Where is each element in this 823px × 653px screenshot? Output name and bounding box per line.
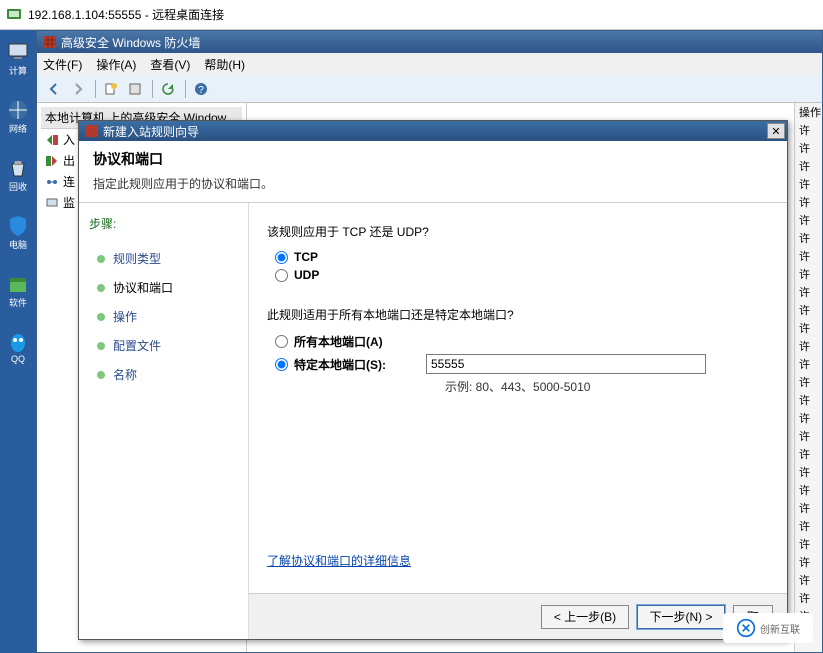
action-allow: 许 [795,247,822,265]
radio-specific-ports[interactable]: 特定本地端口(S): [275,356,386,373]
action-allow: 许 [795,589,822,607]
step-profile[interactable]: 配置文件 [89,331,238,360]
menu-file[interactable]: 文件(F) [43,56,82,73]
inbound-rule-wizard: 新建入站规则向导 ✕ 协议和端口 指定此规则应用于的协议和端口。 步骤: 规则类… [78,120,788,640]
desktop-icon-network[interactable]: 网络 [2,98,34,142]
firewall-titlebar: 高级安全 Windows 防火墙 [37,31,822,53]
tb-new-icon[interactable] [100,78,122,100]
svg-text:?: ? [198,85,204,96]
action-allow: 许 [795,193,822,211]
action-allow: 许 [795,427,822,445]
action-allow: 许 [795,283,822,301]
steps-label: 步骤: [89,215,238,232]
tb-props-icon[interactable] [124,78,146,100]
action-allow: 许 [795,373,822,391]
wizard-titlebar: 新建入站规则向导 ✕ [79,121,787,141]
wizard-body: 步骤: 规则类型 协议和端口 操作 配置文件 名称 该规则应用于 TCP 还是 … [79,203,787,639]
desktop-icon-qq[interactable]: QQ [2,330,34,374]
action-allow: 许 [795,139,822,157]
radio-all-ports[interactable]: 所有本地端口(A) [275,333,769,350]
action-allow: 许 [795,337,822,355]
tb-forward-icon[interactable] [67,78,89,100]
desktop-icons: 计算 网络 回收 电脑 软件 QQ [0,30,36,653]
rdp-titlebar: 192.168.1.104:55555 - 远程桌面连接 [0,0,823,30]
action-allow: 许 [795,265,822,283]
radio-specific-ports-input[interactable] [275,358,288,371]
protocol-question: 该规则应用于 TCP 还是 UDP? [267,223,769,240]
action-allow: 许 [795,319,822,337]
rdp-title: 192.168.1.104:55555 - 远程桌面连接 [28,6,224,23]
action-allow: 许 [795,301,822,319]
firewall-actions-panel: 操作许许许许许许许许许许许许许许许许许许许许许许许许许许许许 [794,103,822,652]
wizard-title: 新建入站规则向导 [103,123,199,140]
radio-all-ports-input[interactable] [275,335,288,348]
back-button[interactable]: < 上一步(B) [541,605,629,629]
wizard-footer: < 上一步(B) 下一步(N) > 取 [249,593,787,639]
firewall-title: 高级安全 Windows 防火墙 [61,34,200,51]
action-allow: 许 [795,445,822,463]
action-allow: 许 [795,229,822,247]
step-action[interactable]: 操作 [89,302,238,331]
close-button[interactable]: ✕ [767,123,785,139]
step-protocol-port[interactable]: 协议和端口 [89,273,238,302]
action-allow: 许 [795,481,822,499]
rdp-icon [6,7,22,23]
wizard-steps: 步骤: 规则类型 协议和端口 操作 配置文件 名称 [79,203,249,639]
port-input[interactable] [426,354,706,374]
radio-udp-input[interactable] [275,269,288,282]
menu-action[interactable]: 操作(A) [96,56,136,73]
desktop-icon-shield[interactable]: 电脑 [2,214,34,258]
action-allow: 许 [795,391,822,409]
tb-help-icon[interactable]: ? [190,78,212,100]
step-name[interactable]: 名称 [89,360,238,389]
action-allow: 许 [795,211,822,229]
firewall-toolbar: ? [37,75,822,103]
firewall-menubar: 文件(F) 操作(A) 查看(V) 帮助(H) [37,53,822,75]
action-allow: 许 [795,535,822,553]
actions-header: 操作 [795,103,822,121]
step-rule-type[interactable]: 规则类型 [89,244,238,273]
action-allow: 许 [795,175,822,193]
wizard-header: 协议和端口 指定此规则应用于的协议和端口。 [79,141,787,203]
desktop-icon-computer[interactable]: 计算 [2,40,34,84]
wizard-header-title: 协议和端口 [93,149,773,169]
firewall-rule-icon [85,124,99,138]
action-allow: 许 [795,157,822,175]
desktop-icon-package[interactable]: 软件 [2,272,34,316]
radio-tcp-input[interactable] [275,251,288,264]
wizard-content: 该规则应用于 TCP 还是 UDP? TCP UDP 此规则适用于所有本地端口还… [249,203,787,639]
action-allow: 许 [795,463,822,481]
menu-view[interactable]: 查看(V) [150,56,190,73]
radio-tcp[interactable]: TCP [275,250,769,264]
port-example: 示例: 80、443、5000-5010 [445,378,769,395]
learn-more-link[interactable]: 了解协议和端口的详细信息 [267,552,411,569]
firewall-icon [43,35,57,49]
wizard-header-desc: 指定此规则应用于的协议和端口。 [93,175,773,192]
action-allow: 许 [795,121,822,139]
tb-refresh-icon[interactable] [157,78,179,100]
action-allow: 许 [795,499,822,517]
action-allow: 许 [795,553,822,571]
watermark: 创新互联 [723,613,813,643]
desktop-icon-recycle[interactable]: 回收 [2,156,34,200]
next-button[interactable]: 下一步(N) > [637,605,725,629]
action-allow: 许 [795,355,822,373]
tb-back-icon[interactable] [43,78,65,100]
action-allow: 许 [795,517,822,535]
action-allow: 许 [795,571,822,589]
radio-udp[interactable]: UDP [275,268,769,282]
action-allow: 许 [795,409,822,427]
ports-question: 此规则适用于所有本地端口还是特定本地端口? [267,306,769,323]
menu-help[interactable]: 帮助(H) [204,56,245,73]
